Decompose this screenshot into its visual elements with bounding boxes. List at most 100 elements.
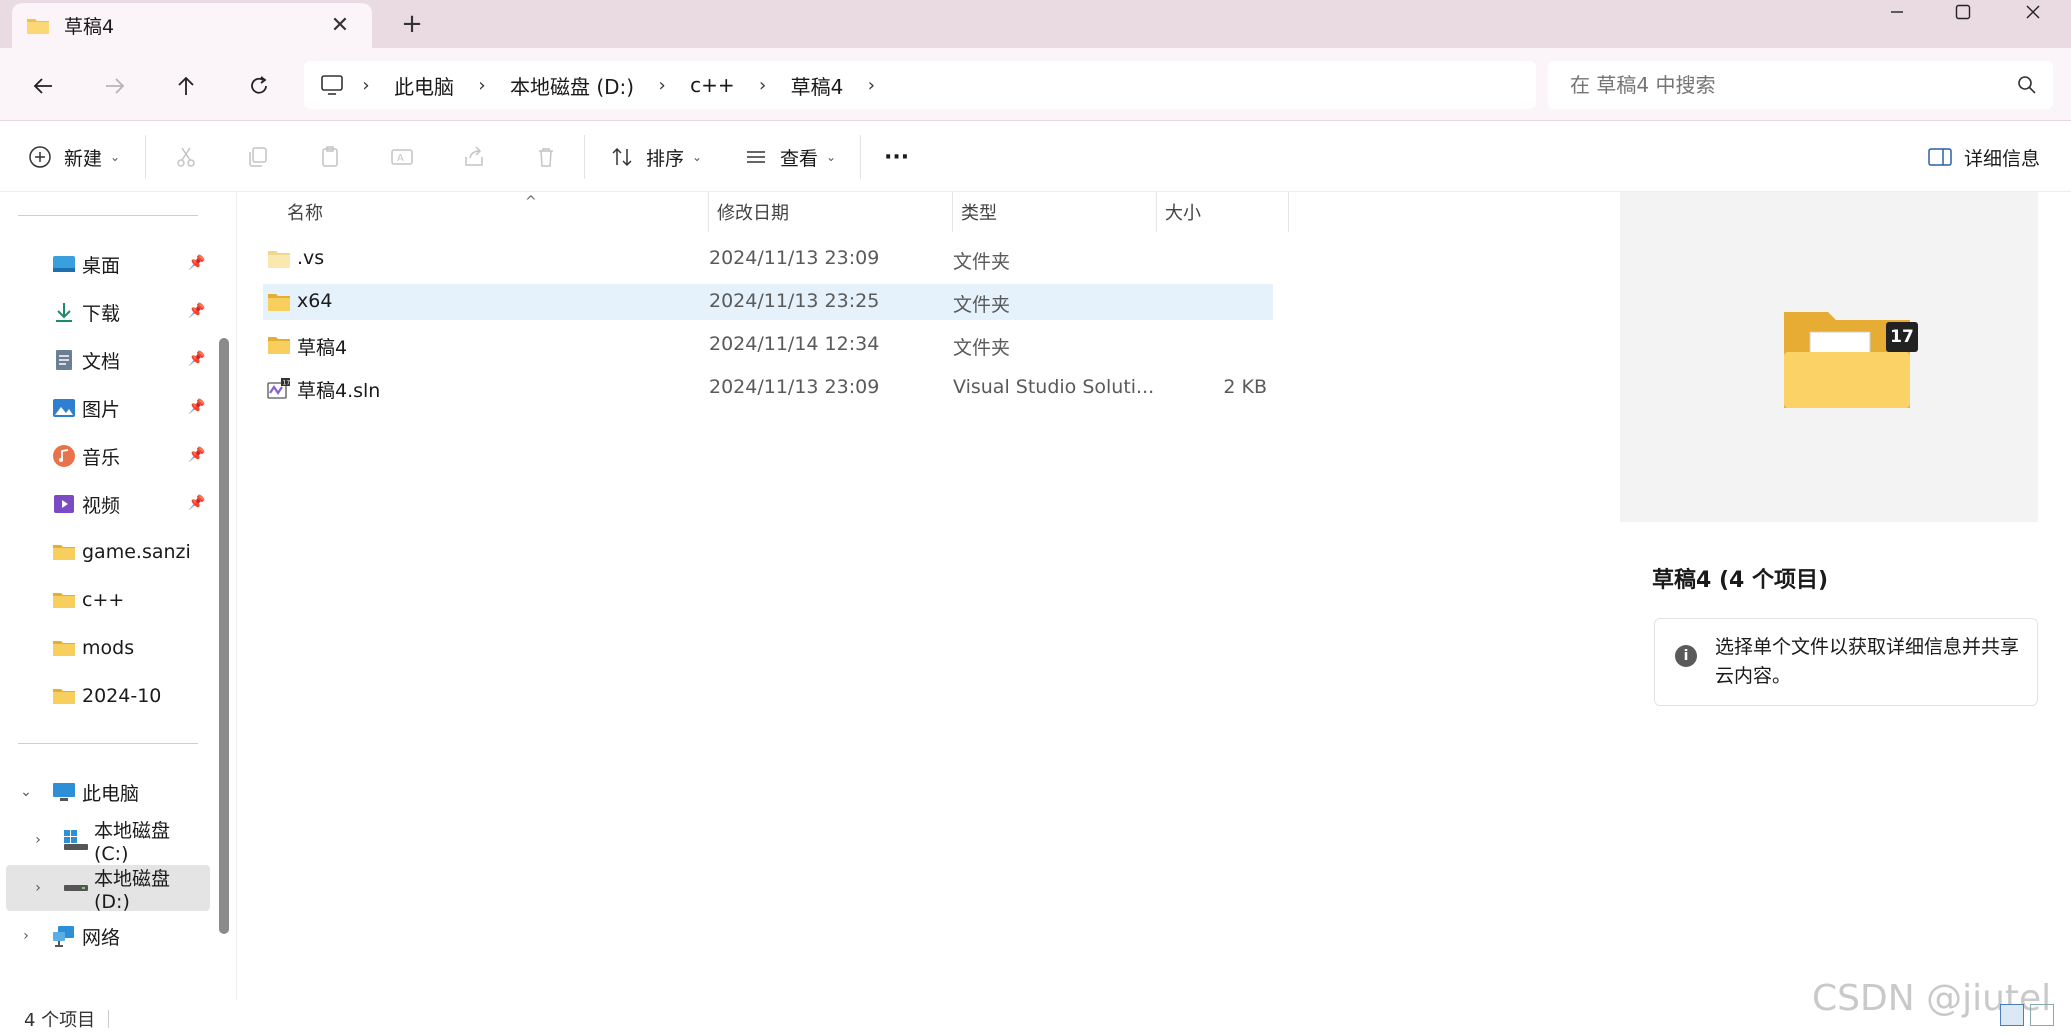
sort-ascending-icon: ^ [525,194,537,210]
file-row[interactable]: x64 2024/11/13 23:25 文件夹 [263,284,1273,320]
up-button[interactable] [168,68,204,104]
file-type: 文件夹 [953,251,1011,273]
details-label: 详细信息 [1964,147,2041,170]
search-input[interactable] [1570,73,2000,97]
status-bar: 4 个项目 [0,1000,2071,1035]
back-button[interactable] [25,68,61,104]
chevron-right-icon[interactable]: › [16,926,36,946]
details-view-icon[interactable] [2000,1004,2024,1026]
chevron-right-icon[interactable]: › [28,878,48,898]
sidebar-item-cpp[interactable]: c++ [0,577,210,623]
sidebar-item-downloads[interactable]: 下载 📌 [0,289,210,335]
trash-icon [532,143,560,171]
sidebar-item-this-pc[interactable]: ⌄ 此电脑 [0,769,210,815]
pin-icon[interactable]: 📌 [188,255,205,271]
column-header-name[interactable]: 名称 ^ [279,192,709,232]
sidebar-item-2024-10[interactable]: 2024-10 [0,673,210,719]
refresh-button[interactable] [241,68,277,104]
sidebar-item-desktop[interactable]: 桌面 📌 [0,241,210,287]
chevron-down-icon[interactable]: ⌄ [16,782,36,802]
file-modified: 2024/11/13 23:09 [709,376,880,398]
sidebar-item-drive-d[interactable]: › 本地磁盘 (D:) [6,865,210,913]
sidebar-item-label: mods [82,637,135,659]
sidebar-item-label: 下载 [82,302,121,325]
share-button[interactable] [460,135,488,179]
sidebar-item-pictures[interactable]: 图片 📌 [0,385,210,431]
sort-button[interactable]: 排序 ⌄ [608,135,702,179]
cut-button[interactable] [172,135,200,179]
pin-icon[interactable]: 📌 [188,303,205,319]
folder-icon [53,545,75,560]
forward-button[interactable] [97,68,133,104]
new-button[interactable]: 新建 ⌄ [26,135,120,179]
sidebar-item-label: 网络 [82,926,121,949]
column-label: 类型 [961,203,997,224]
sidebar-item-drive-c[interactable]: › 本地磁盘 (C:) [0,817,210,865]
breadcrumb-item[interactable]: 本地磁盘 (D:) [502,71,642,100]
folder-icon [53,641,75,656]
status-divider [108,1010,109,1028]
more-options-button[interactable]: ··· [884,135,909,179]
close-tab-icon[interactable]: ✕ [326,11,354,39]
chevron-right-icon[interactable]: › [743,75,783,96]
sidebar-item-videos[interactable]: 视频 📌 [0,481,210,527]
chevron-right-icon[interactable]: › [462,75,502,96]
maximize-button[interactable] [1928,0,1998,24]
file-modified: 2024/11/13 23:09 [709,247,880,269]
new-tab-button[interactable]: + [396,8,428,40]
delete-button[interactable] [532,135,560,179]
sidebar-item-music[interactable]: 音乐 📌 [0,433,210,479]
sidebar-item-mods[interactable]: mods [0,625,210,671]
column-header-size[interactable]: 大小 [1157,192,1289,232]
pin-icon[interactable]: 📌 [188,399,205,415]
file-list: 名称 ^ 修改日期 类型 大小 .vs 2024/11/13 23:09 文件夹… [236,192,1616,1000]
close-window-button[interactable] [1998,0,2068,24]
pin-icon[interactable]: 📌 [188,447,205,463]
rename-button[interactable]: A [388,135,416,179]
view-button[interactable]: 查看 ⌄ [742,135,836,179]
chevron-right-icon[interactable]: › [642,75,682,96]
chevron-right-icon[interactable]: › [851,75,891,96]
pin-icon[interactable]: 📌 [188,351,205,367]
sidebar-item-game-sanzi[interactable]: game.sanzi [0,529,210,575]
large-folder-icon [1784,312,1910,408]
scissors-icon [172,143,200,171]
view-list-icon [742,143,770,171]
breadcrumb-item[interactable]: c++ [682,73,743,97]
file-row[interactable]: 草稿4 2024/11/14 12:34 文件夹 [263,327,1273,363]
minimize-button[interactable] [1862,0,1932,24]
sidebar-divider [18,215,198,216]
folder-preview: 17 [1620,192,2038,522]
file-modified: 2024/11/13 23:25 [709,290,880,312]
paste-button[interactable] [316,135,344,179]
column-header-type[interactable]: 类型 [953,192,1157,232]
pin-icon[interactable]: 📌 [188,495,205,511]
chevron-down-icon: ⌄ [826,150,837,164]
column-header-modified[interactable]: 修改日期 [709,192,953,232]
address-bar[interactable]: › 此电脑 › 本地磁盘 (D:) › c++ › 草稿4 › [304,61,1536,109]
chevron-right-icon[interactable]: › [28,830,48,850]
new-label: 新建 [64,147,103,170]
pictures-icon [53,399,75,417]
copy-button[interactable] [244,135,272,179]
details-pane-button[interactable]: 详细信息 [1926,135,2040,179]
search-box[interactable] [1548,61,2053,109]
breadcrumb-item[interactable]: 草稿4 [783,71,852,100]
sidebar-scrollbar[interactable] [219,338,229,934]
chevron-right-icon[interactable]: › [346,75,386,96]
search-icon[interactable] [2017,75,2037,95]
sidebar-item-network[interactable]: › 网络 [0,913,210,959]
sort-label: 排序 [646,147,685,170]
refresh-icon [251,76,267,94]
info-icon: i [1675,645,1697,667]
tiles-view-icon[interactable] [2030,1004,2054,1026]
arrow-up-icon [178,76,194,95]
network-icon [53,926,74,947]
arrow-right-icon [106,78,125,94]
file-row[interactable]: .vs 2024/11/13 23:09 文件夹 [263,241,1273,277]
sidebar-item-documents[interactable]: 文档 📌 [0,337,210,383]
breadcrumb-item[interactable]: 此电脑 [386,71,462,100]
file-row[interactable]: 17 草稿4.sln 2024/11/13 23:09 Visual Studi… [263,370,1273,406]
title-bar: 草稿4 ✕ + [0,0,2071,48]
window-tab[interactable]: 草稿4 ✕ [12,3,372,48]
